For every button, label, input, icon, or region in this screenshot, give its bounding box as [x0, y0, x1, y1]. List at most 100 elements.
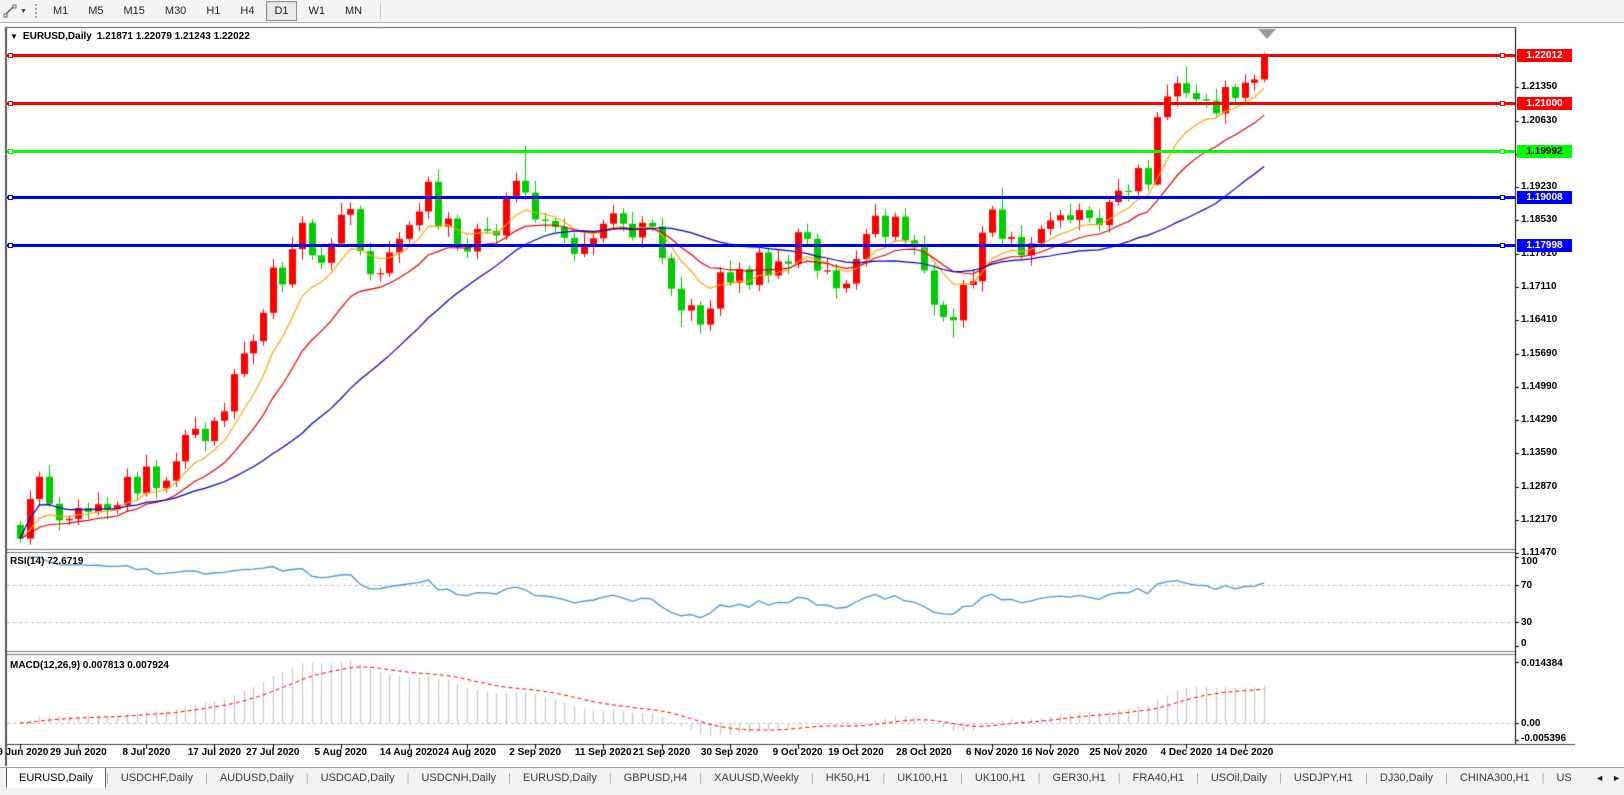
- line-tool-icon[interactable]: [1, 3, 19, 19]
- price-axis-label: 1.12170: [1521, 514, 1557, 525]
- timeframe-button-m1[interactable]: M1: [45, 1, 76, 21]
- date-axis-label: 27 Jul 2020: [246, 747, 299, 758]
- horizontal-line[interactable]: [7, 102, 1515, 105]
- horizontal-line[interactable]: [7, 244, 1515, 247]
- timeframe-button-h4[interactable]: H4: [232, 1, 262, 21]
- price-tag: 1.22012: [1517, 49, 1572, 62]
- macd-axis-label: 0.00: [1521, 718, 1540, 729]
- date-axis-label: 14 Aug 2020: [380, 747, 438, 758]
- price-axis-label: 1.17110: [1521, 281, 1557, 292]
- price-axis-label: 1.21350: [1521, 81, 1557, 92]
- chart-tab-ger30-h1[interactable]: GER30,H1: [1041, 768, 1118, 787]
- hline-handle[interactable]: [8, 243, 13, 248]
- hline-handle[interactable]: [1500, 149, 1505, 154]
- horizontal-line[interactable]: [7, 150, 1515, 153]
- date-axis-label: 28 Oct 2020: [896, 747, 952, 758]
- date-axis-label: 24 Aug 2020: [438, 747, 496, 758]
- hline-handle[interactable]: [1500, 195, 1505, 200]
- timeframe-button-m15[interactable]: M15: [116, 1, 153, 21]
- horizontal-line[interactable]: [7, 196, 1515, 199]
- price-tag: 1.17998: [1517, 239, 1572, 252]
- date-axis-label: 21 Sep 2020: [633, 747, 690, 758]
- price-axis-label: 1.13590: [1521, 447, 1557, 458]
- timeframe-buttons: M1M5M15M30H1H4D1W1MN: [43, 1, 372, 21]
- chart-title-ohlc: 1.21871 1.22079 1.21243 1.22022: [97, 31, 250, 42]
- mt4-window: ▼ M1M5M15M30H1H4D1W1MN ▼ EURUSD,Daily 1.…: [0, 0, 1624, 795]
- chart-tab-usdchf-daily[interactable]: USDCHF,Daily: [109, 768, 205, 787]
- price-axis-label: 1.12870: [1521, 481, 1557, 492]
- price-axis-label: 1.18530: [1521, 214, 1557, 225]
- date-axis-label: 25 Nov 2020: [1089, 747, 1147, 758]
- toolbar-grip: [35, 4, 37, 18]
- timeframe-button-d1[interactable]: D1: [266, 1, 296, 21]
- price-tag: 1.19992: [1517, 145, 1572, 158]
- date-axis-label: 2 Sep 2020: [509, 747, 561, 758]
- tab-scroll-right-icon[interactable]: ►: [1612, 773, 1621, 783]
- date-axis-label: 14 Dec 2020: [1216, 747, 1273, 758]
- timeframe-button-h1[interactable]: H1: [198, 1, 228, 21]
- rsi-axis-label: 0: [1521, 638, 1527, 649]
- hline-handle[interactable]: [1500, 101, 1505, 106]
- chart-title: ▼ EURUSD,Daily 1.21871 1.22079 1.21243 1…: [10, 31, 250, 42]
- chart-tab-uk100-h1[interactable]: UK100,H1: [885, 768, 960, 787]
- price-axis-label: 1.16410: [1521, 314, 1557, 325]
- date-axis-label: 29 Jun 2020: [50, 747, 107, 758]
- chart-tab-gbpusd-h4[interactable]: GBPUSD,H4: [612, 768, 700, 787]
- price-tag: 1.19008: [1517, 191, 1572, 204]
- macd-label: MACD(12,26,9) 0.007813 0.007924: [10, 660, 169, 671]
- hline-handle[interactable]: [1500, 53, 1505, 58]
- price-axis-label: 1.15690: [1521, 348, 1557, 359]
- chart-tab-usdcad-daily[interactable]: USDCAD,Daily: [309, 768, 407, 787]
- price-axis-label: 1.14990: [1521, 381, 1557, 392]
- hline-handle[interactable]: [1500, 243, 1505, 248]
- chart-tab-usdcnh-daily[interactable]: USDCNH,Daily: [409, 768, 508, 787]
- chart-context-arrow-icon[interactable]: ▼: [10, 32, 18, 41]
- tab-scroll-left-icon[interactable]: ◄: [1595, 773, 1604, 783]
- toolbar: ▼ M1M5M15M30H1H4D1W1MN: [0, 0, 1624, 23]
- date-axis-label: 8 Jul 2020: [122, 747, 170, 758]
- date-axis-label: 11 Sep 2020: [575, 747, 632, 758]
- date-axis-label: 17 Jul 2020: [188, 747, 241, 758]
- dropdown-caret-icon[interactable]: ▼: [20, 8, 27, 15]
- timeframe-button-m5[interactable]: M5: [80, 1, 111, 21]
- chart-tab-us[interactable]: US: [1544, 768, 1583, 787]
- hline-handle[interactable]: [8, 101, 13, 106]
- date-axis-label: 6 Nov 2020: [966, 747, 1018, 758]
- chart-tab-uk100-h1[interactable]: UK100,H1: [963, 768, 1038, 787]
- date-axis-label: 30 Sep 2020: [701, 747, 758, 758]
- date-axis-label: 16 Nov 2020: [1021, 747, 1079, 758]
- hline-handle[interactable]: [8, 195, 13, 200]
- chart-tab-audusd-daily[interactable]: AUDUSD,Daily: [208, 768, 306, 787]
- chart-tab-eurusd-daily[interactable]: EURUSD,Daily: [6, 768, 106, 788]
- hline-handle[interactable]: [8, 53, 13, 58]
- macd-axis-label: -0.005396: [1521, 733, 1566, 744]
- rsi-axis-label: 30: [1521, 617, 1532, 628]
- timeframe-button-m30[interactable]: M30: [157, 1, 194, 21]
- chart-title-symbol: EURUSD,Daily: [23, 31, 92, 42]
- date-axis-label: 19 Oct 2020: [828, 747, 884, 758]
- price-axis-label: 1.20630: [1521, 115, 1557, 126]
- horizontal-line[interactable]: [7, 54, 1515, 57]
- price-axis-label: 1.14290: [1521, 414, 1557, 425]
- chart-tab-fra40-h1[interactable]: FRA40,H1: [1121, 768, 1196, 787]
- hline-handle[interactable]: [8, 149, 13, 154]
- macd-axis-label: 0.014384: [1521, 658, 1563, 669]
- date-axis-label: 5 Aug 2020: [315, 747, 367, 758]
- chart-tab-bar: EURUSD,Daily|USDCHF,Daily|AUDUSD,Daily|U…: [0, 767, 1624, 795]
- chart-tab-hk50-h1[interactable]: HK50,H1: [814, 768, 883, 787]
- chart-tab-eurusd-daily[interactable]: EURUSD,Daily: [511, 768, 609, 787]
- chart-tab-xauusd-weekly[interactable]: XAUUSD,Weekly: [702, 768, 811, 787]
- rsi-axis-label: 70: [1521, 580, 1532, 591]
- chart-tab-china300-h1[interactable]: CHINA300,H1: [1448, 768, 1542, 787]
- rsi-axis-label: 100: [1521, 556, 1538, 567]
- chart-tab-usoil-daily[interactable]: USOil,Daily: [1199, 768, 1279, 787]
- toolbar-separator: [380, 3, 381, 19]
- date-axis-label: 19 Jun 2020: [0, 747, 48, 758]
- chart-tab-usdjpy-h1[interactable]: USDJPY,H1: [1282, 768, 1365, 787]
- price-tag: 1.21000: [1517, 97, 1572, 110]
- timeframe-button-w1[interactable]: W1: [301, 1, 334, 21]
- chart-tab-dj30-daily[interactable]: DJ30,Daily: [1368, 768, 1445, 787]
- chart-canvas[interactable]: [0, 0, 1624, 795]
- timeframe-button-mn[interactable]: MN: [337, 1, 370, 21]
- date-axis-label: 4 Dec 2020: [1161, 747, 1213, 758]
